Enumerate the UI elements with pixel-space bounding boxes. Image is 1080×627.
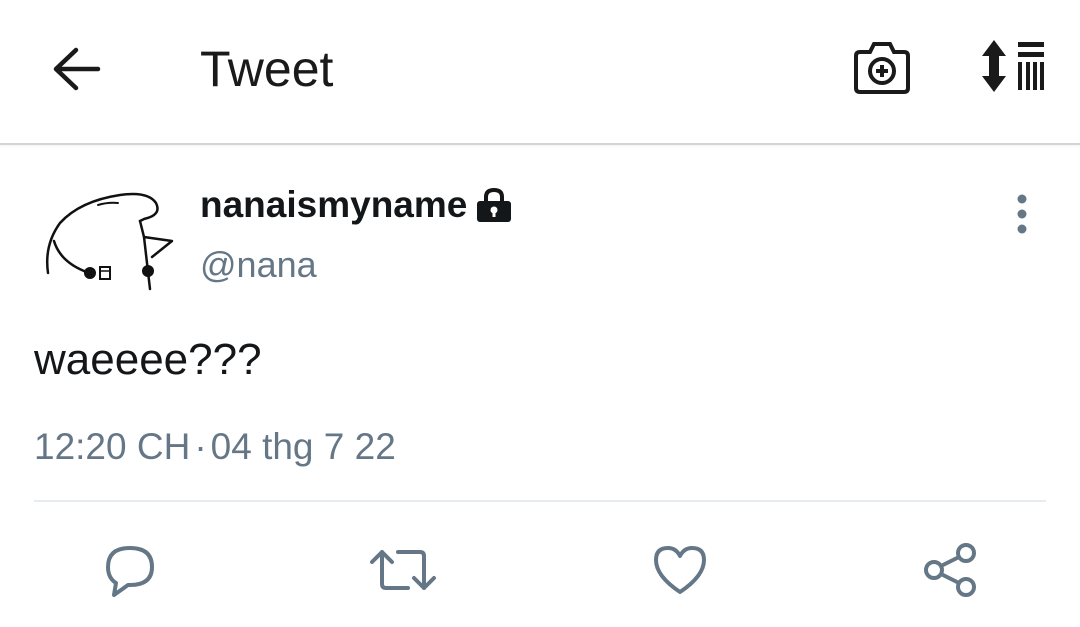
retweet-button[interactable] — [368, 540, 436, 600]
camera-plus-icon[interactable] — [852, 38, 912, 96]
reply-button[interactable] — [100, 540, 160, 600]
share-button[interactable] — [920, 540, 980, 600]
tweet-time: 12:20 CH — [34, 426, 191, 467]
author-name-row: nanaismyname — [200, 183, 513, 227]
divider — [34, 500, 1046, 502]
meta-separator: · — [194, 426, 207, 467]
lock-icon — [475, 186, 513, 224]
heart-icon — [654, 546, 706, 594]
tweet-date: 04 thg 7 22 — [210, 426, 396, 467]
back-arrow-icon[interactable] — [48, 44, 104, 94]
top-bar: Tweet — [0, 0, 1080, 145]
avatar[interactable] — [40, 185, 180, 295]
retweet-icon — [370, 550, 436, 590]
page-title: Tweet — [200, 41, 334, 97]
display-name[interactable]: nanaismyname — [200, 184, 467, 226]
tweet-text: waeeee??? — [34, 335, 262, 384]
reply-icon — [106, 546, 154, 597]
share-icon — [924, 543, 976, 597]
tweet-timestamp: 12:20 CH · 04 thg 7 22 — [34, 426, 396, 468]
more-vertical-icon[interactable] — [1006, 192, 1038, 238]
like-button[interactable] — [650, 540, 710, 600]
user-handle[interactable]: @nana — [200, 244, 317, 286]
sort-lines-icon[interactable] — [976, 36, 1050, 96]
